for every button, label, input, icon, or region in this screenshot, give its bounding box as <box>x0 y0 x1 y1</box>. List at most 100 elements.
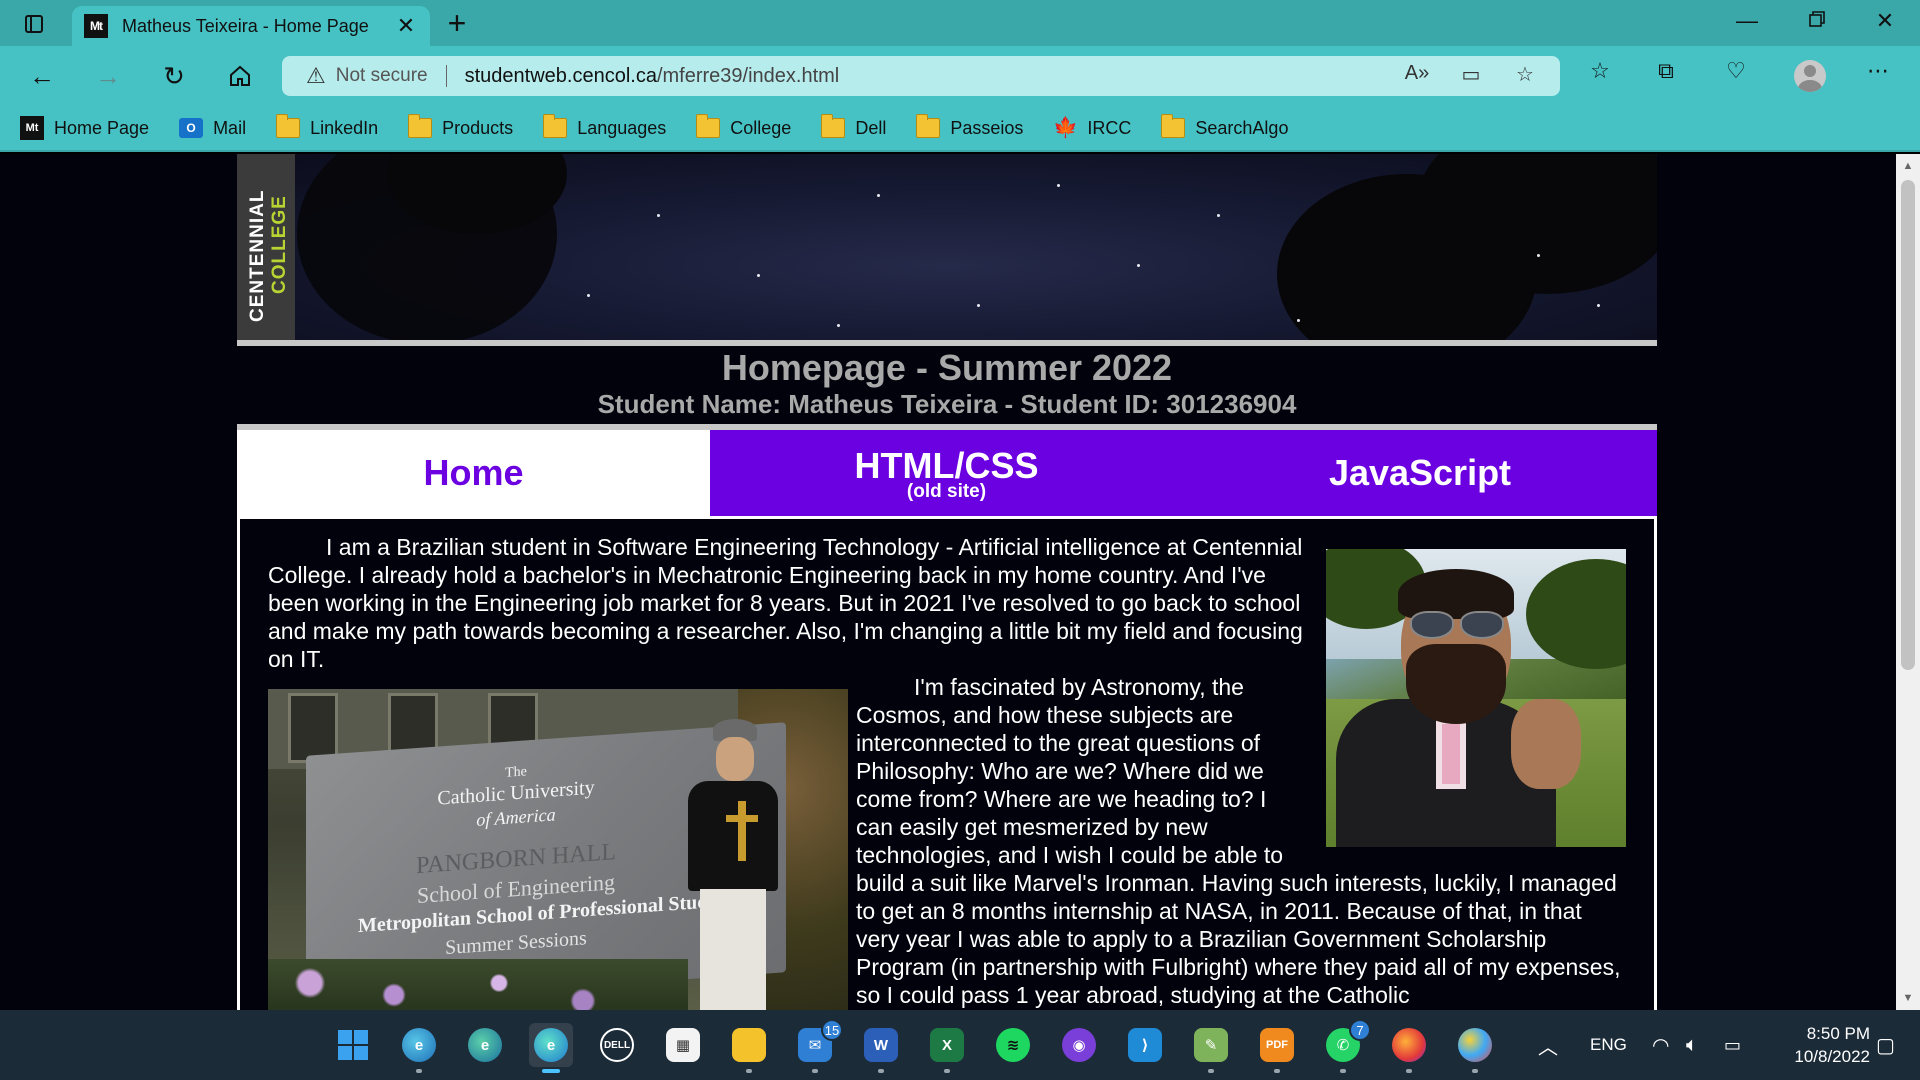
favorites-icon[interactable]: ☆ <box>1582 58 1618 84</box>
bookmark-searchalgo[interactable]: SearchAlgo <box>1161 114 1288 139</box>
firefox-icon[interactable] <box>1387 1023 1431 1073</box>
clock-time: 8:50 PM <box>1806 1024 1870 1043</box>
clock-date: 10/8/2022 <box>1794 1047 1870 1066</box>
logo-line2: COLLEGE <box>269 195 290 294</box>
add-favorite-icon[interactable]: ☆ <box>1510 62 1540 87</box>
warning-icon[interactable]: ⚠ <box>306 63 326 89</box>
folder-icon <box>696 114 721 138</box>
paint-icon[interactable] <box>1453 1023 1497 1073</box>
dell-icon[interactable]: DELL <box>595 1023 639 1067</box>
edge-dev-icon[interactable]: e <box>463 1023 507 1067</box>
menu-html-css[interactable]: HTML/CSS (old site) <box>710 430 1183 516</box>
divider <box>237 340 1657 346</box>
bookmark-label: Dell <box>855 117 887 138</box>
bookmark-home-page[interactable]: Mt Home Page <box>20 116 149 140</box>
menu-home[interactable]: Home <box>237 430 710 516</box>
read-aloud-icon[interactable]: A» <box>1402 62 1432 85</box>
home-icon[interactable] <box>220 56 260 96</box>
bookmark-ircc[interactable]: 🍁 IRCC <box>1053 118 1131 139</box>
folder-icon <box>821 114 846 138</box>
minimize-icon[interactable]: — <box>1724 8 1770 34</box>
pdf-icon[interactable]: PDF <box>1255 1023 1299 1073</box>
close-window-icon[interactable]: ✕ <box>1862 8 1908 34</box>
file-explorer-icon[interactable] <box>727 1023 771 1073</box>
bookmark-college[interactable]: College <box>696 114 792 139</box>
page-subtitle: Student Name: Matheus Teixeira - Student… <box>597 389 1297 419</box>
bookmark-mail[interactable]: O Mail <box>179 118 246 139</box>
spotify-icon[interactable]: ≋ <box>991 1023 1035 1067</box>
wifi-icon[interactable]: ◠ <box>1652 1010 1669 1080</box>
settings-more-icon[interactable]: ⋯ <box>1860 58 1896 84</box>
site-menu: Home HTML/CSS (old site) JavaScript <box>237 430 1657 516</box>
refresh-icon[interactable]: ↻ <box>154 56 194 96</box>
show-hidden-icons[interactable]: ︿ <box>1538 1010 1558 1080</box>
address-bar[interactable]: ⚠ Not secure studentweb.cencol.ca/mferre… <box>282 56 1560 96</box>
excel-icon[interactable]: X <box>925 1023 969 1073</box>
collections-icon[interactable]: ⧉ <box>1648 58 1684 84</box>
edge-beta-icon[interactable]: e <box>397 1023 441 1073</box>
scroll-up-icon[interactable]: ▲ <box>1896 156 1920 176</box>
tab-actions-icon[interactable] <box>16 10 52 38</box>
menu-html-css-sublabel: (old site) <box>906 481 987 502</box>
bookmark-dell[interactable]: Dell <box>821 114 887 139</box>
bookmark-products[interactable]: Products <box>408 114 514 139</box>
folder-icon <box>916 114 941 138</box>
bookmark-label: Products <box>442 117 514 138</box>
address-separator <box>445 65 447 87</box>
page-viewport: CENTENNIAL COLLEGE Homepage - Summer 202… <box>0 154 1896 1010</box>
bookmark-linkedin[interactable]: LinkedIn <box>276 114 379 139</box>
mt-favicon-icon: Mt <box>20 116 44 140</box>
back-icon[interactable]: ← <box>22 56 62 96</box>
word-icon[interactable]: W <box>859 1023 903 1073</box>
profile-avatar[interactable] <box>1794 60 1826 92</box>
menu-javascript[interactable]: JavaScript <box>1183 430 1657 516</box>
university-photo: The Catholic University of America PANGB… <box>268 689 848 1010</box>
bookmark-languages[interactable]: Languages <box>543 114 667 139</box>
tab-bar: Mt Matheus Teixeira - Home Page ✕ + — ✕ <box>0 0 1920 46</box>
github-icon[interactable]: ◉ <box>1057 1023 1101 1067</box>
system-clock[interactable]: 8:50 PM 10/8/2022 <box>1770 1022 1870 1068</box>
bookmark-label: Languages <box>577 117 667 138</box>
url-text[interactable]: studentweb.cencol.ca/mferre39/index.html <box>465 65 840 88</box>
windows-taskbar: e e e DELL ▦ ✉ 15 W X ≋ ◉ ⟩ ✎ PDF ✆ 7 ︿ EN… <box>0 1010 1920 1080</box>
volume-icon[interactable]: 🔈︎ <box>1686 1010 1698 1080</box>
tab-title: Matheus Teixeira - Home Page <box>122 15 369 36</box>
browser-essentials-icon[interactable]: ♡ <box>1718 58 1754 84</box>
bookmark-label: College <box>730 117 792 138</box>
notifications-icon[interactable]: ▢ <box>1876 1010 1895 1080</box>
folder-icon <box>276 114 301 138</box>
url-domain: studentweb.cencol.ca <box>464 64 657 87</box>
store-icon[interactable]: ▦ <box>661 1023 705 1067</box>
url-path: /mferre39/index.html <box>656 64 840 87</box>
scroll-down-icon[interactable]: ▼ <box>1896 988 1920 1008</box>
new-tab-icon[interactable]: + <box>440 7 474 39</box>
centennial-college-logo: CENTENNIAL COLLEGE <box>237 154 295 340</box>
close-tab-icon[interactable]: ✕ <box>394 13 418 39</box>
scrollbar-thumb[interactable] <box>1901 180 1915 670</box>
favorites-bar: Mt Home Page O Mail LinkedIn Products Lang… <box>0 106 1920 152</box>
edge-icon[interactable]: e <box>529 1023 573 1073</box>
start-button[interactable] <box>331 1023 375 1067</box>
immersive-reader-icon[interactable]: ▭ <box>1456 62 1486 87</box>
page-scrollbar[interactable]: ▲ ▼ <box>1896 154 1920 1010</box>
vscode-icon[interactable]: ⟩ <box>1123 1023 1167 1067</box>
security-status[interactable]: Not secure <box>336 65 428 87</box>
mail-icon[interactable]: ✉ 15 <box>793 1019 843 1073</box>
language-indicator[interactable]: ENG <box>1590 1010 1627 1080</box>
bookmark-label: LinkedIn <box>310 117 379 138</box>
profile-photo <box>1326 549 1626 847</box>
notepad-icon[interactable]: ✎ <box>1189 1023 1233 1073</box>
bookmark-label: Mail <box>213 117 247 138</box>
forward-icon[interactable]: → <box>88 56 128 96</box>
whatsapp-badge: 7 <box>1349 1019 1371 1041</box>
whatsapp-icon[interactable]: ✆ 7 <box>1321 1019 1371 1073</box>
folder-icon <box>1161 114 1186 138</box>
restore-icon[interactable] <box>1794 8 1840 34</box>
page-heading: Homepage - Summer 2022 Student Name: Mat… <box>237 348 1657 420</box>
bookmark-label: Passeios <box>950 117 1024 138</box>
browser-tab[interactable]: Mt Matheus Teixeira - Home Page ✕ <box>72 6 430 46</box>
bookmark-passeios[interactable]: Passeios <box>916 114 1024 139</box>
battery-icon[interactable]: ▭ <box>1724 1010 1741 1080</box>
outlook-icon: O <box>179 118 204 138</box>
main-content: I am a Brazilian student in Software Eng… <box>237 516 1657 1010</box>
